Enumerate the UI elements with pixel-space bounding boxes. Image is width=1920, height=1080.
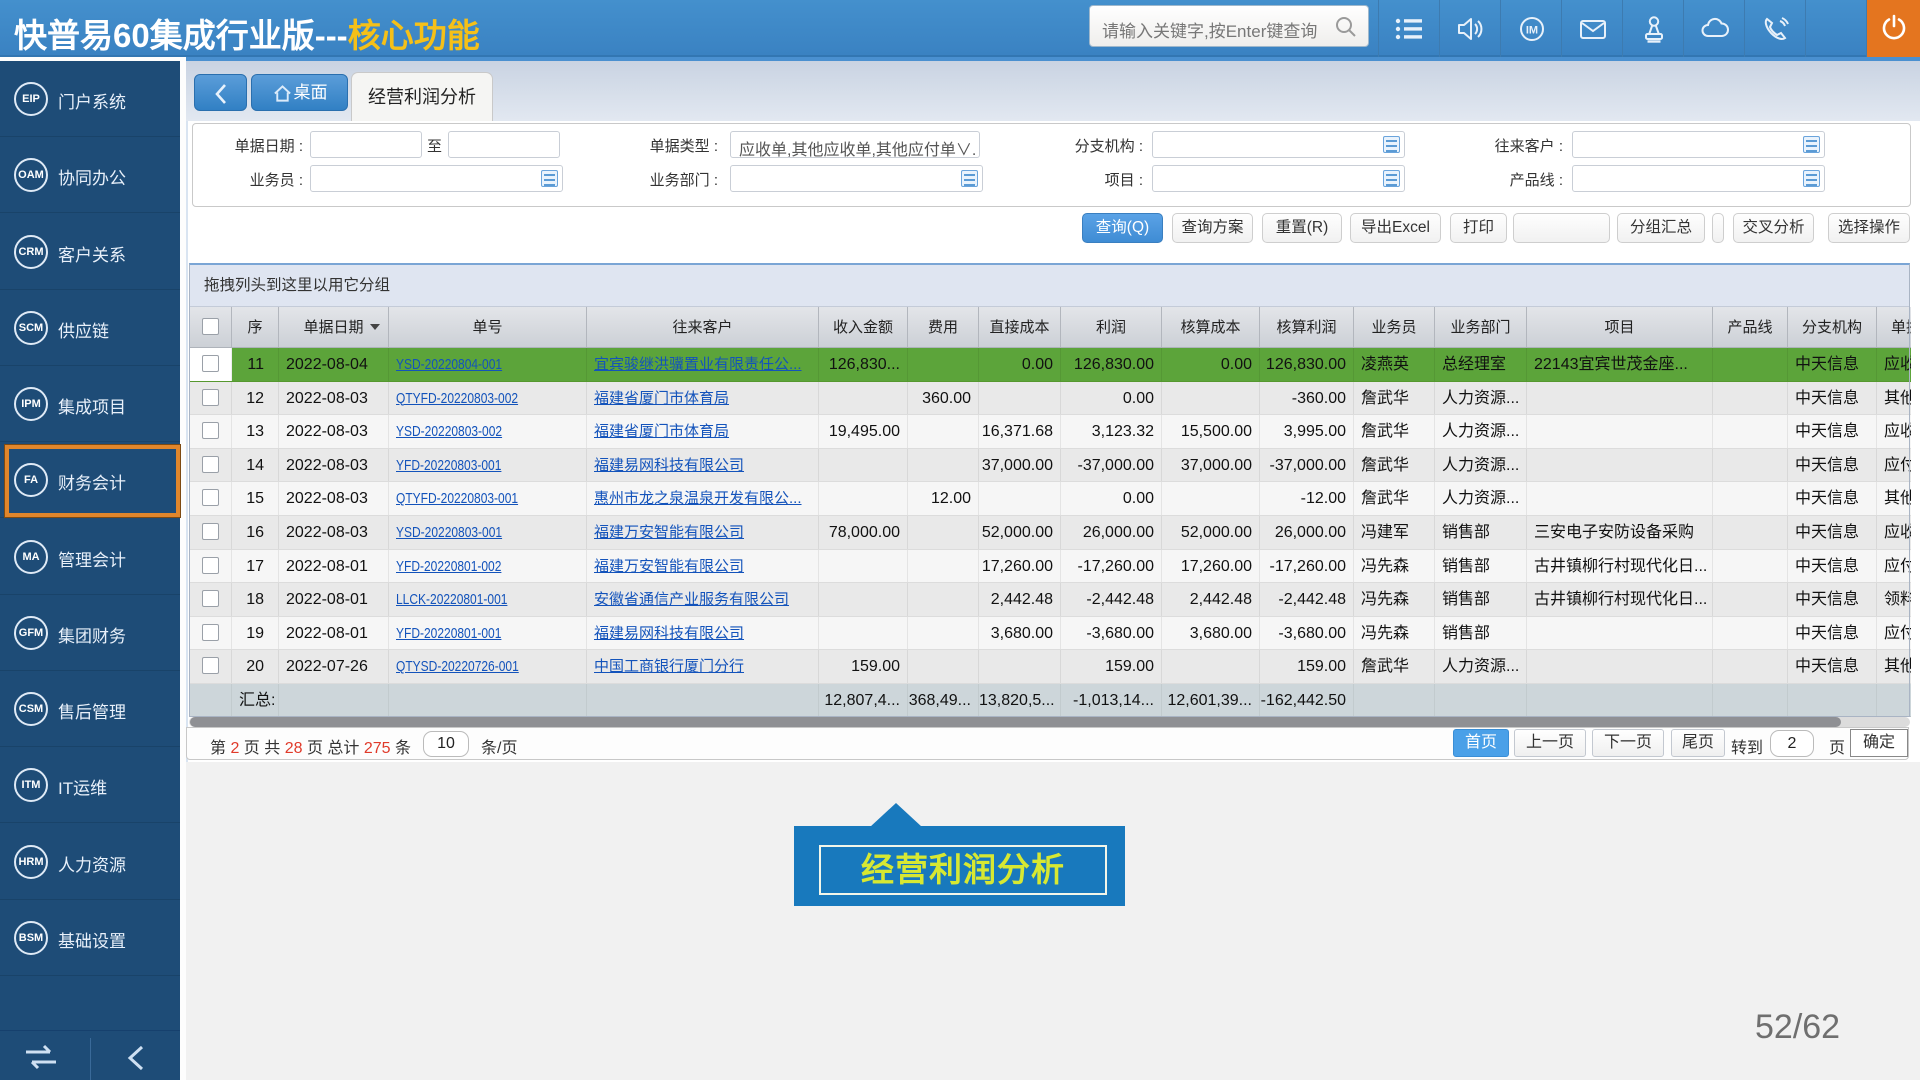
svg-text:IM: IM <box>1526 25 1538 37</box>
